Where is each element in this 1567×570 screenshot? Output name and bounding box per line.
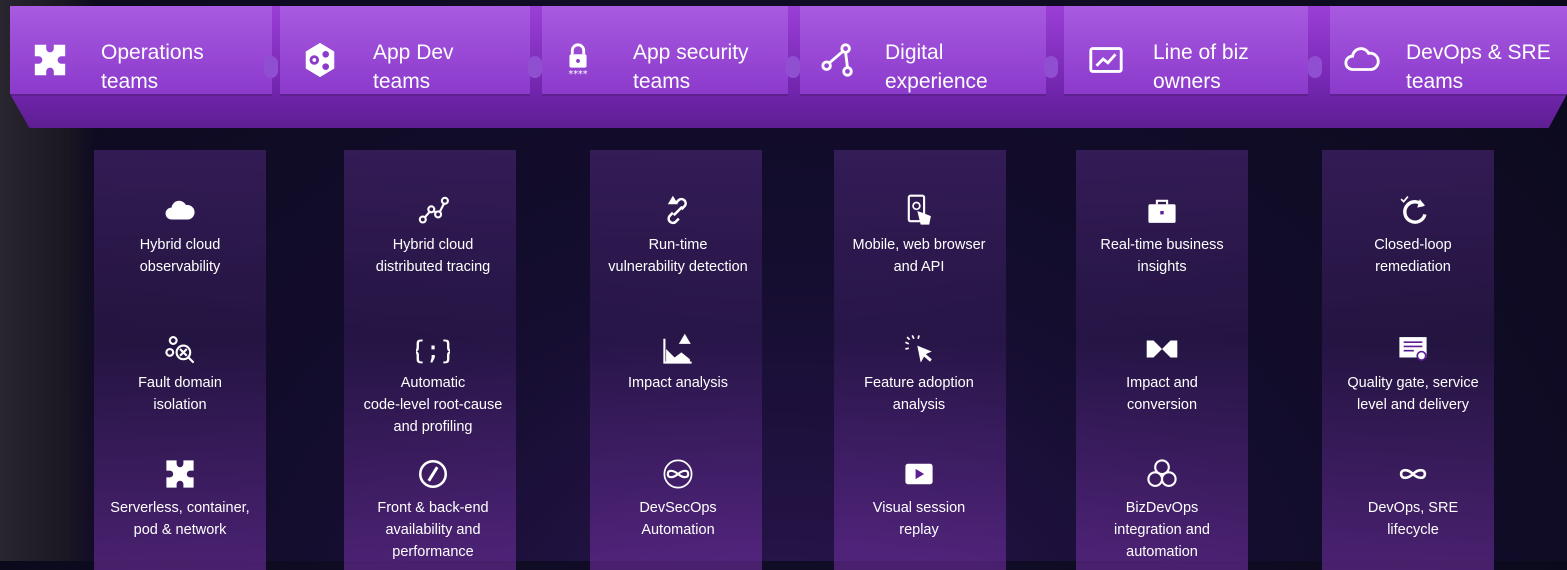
devsecops-loop-icon	[578, 455, 778, 493]
header-connector	[264, 56, 278, 78]
header-connector	[1044, 56, 1058, 78]
feature-item: {;} Automatic code-level root-cause and …	[333, 330, 533, 438]
journey-icon	[818, 40, 858, 80]
column-title-operations: Operations teams	[101, 41, 204, 93]
column-title-devops: DevOps & SRE teams	[1406, 41, 1551, 93]
feature-label: Closed-loop remediation	[1374, 237, 1452, 275]
feature-label: DevOps, SRE lifecycle	[1367, 500, 1459, 538]
feature-label: Automatic code-level root-cause and prof…	[363, 375, 503, 435]
feature-item: DevSecOps Automation	[578, 455, 778, 541]
feature-label: Serverless, container, pod & network	[110, 500, 250, 538]
feature-label: Feature adoption analysis	[864, 375, 974, 413]
feature-item: Feature adoption analysis	[819, 330, 1019, 416]
feature-label: Hybrid cloud observability	[139, 237, 221, 275]
gears-icon	[300, 40, 340, 80]
puzzle-icon	[30, 40, 70, 80]
header-connector	[786, 56, 800, 78]
feature-label: Visual session replay	[872, 500, 966, 538]
click-cursor-icon	[819, 330, 1019, 368]
feature-item: DevOps, SRE lifecycle	[1313, 455, 1513, 541]
feature-item: Serverless, container, pod & network	[80, 455, 280, 541]
closed-loop-icon	[1313, 192, 1513, 230]
feature-item: Impact analysis	[578, 330, 778, 394]
cloud-icon	[80, 192, 280, 230]
column-title-appdev: App Dev teams	[373, 41, 454, 93]
lock-icon: ****	[558, 40, 598, 80]
feature-item: Mobile, web browser and API	[819, 192, 1019, 278]
feature-label: Run-time vulnerability detection	[608, 237, 748, 275]
tracing-icon	[333, 192, 533, 230]
feature-label: Real-time business insights	[1100, 237, 1224, 275]
feature-item: Real-time business insights	[1062, 192, 1262, 278]
feature-label: Impact and conversion	[1126, 375, 1198, 413]
column-title-biz: Line of biz owners	[1153, 41, 1249, 93]
infinity-icon	[1313, 455, 1513, 493]
feature-item: Hybrid cloud distributed tracing	[333, 192, 533, 278]
feature-label: Front & back-end availability and perfor…	[377, 500, 489, 560]
feature-label: BizDevOps integration and automation	[1114, 500, 1210, 560]
play-icon	[819, 455, 1019, 493]
svg-text:{;}: {;}	[416, 336, 450, 366]
mobile-touch-icon	[819, 192, 1019, 230]
feature-label: Hybrid cloud distributed tracing	[375, 237, 491, 275]
fault-isolation-icon	[80, 330, 280, 368]
gauge-icon	[333, 455, 533, 493]
feature-item: Impact and conversion	[1062, 330, 1262, 416]
feature-item: BizDevOps integration and automation	[1062, 455, 1262, 563]
cloud-outline-icon	[1342, 40, 1382, 80]
briefcase-icon	[1062, 192, 1262, 230]
code-braces-icon: {;}	[333, 330, 533, 368]
feature-item: Closed-loop remediation	[1313, 192, 1513, 278]
dashboard-icon	[1086, 40, 1126, 80]
funnel-icon	[1062, 330, 1262, 368]
feature-item: Visual session replay	[819, 455, 1019, 541]
feature-item: Quality gate, service level and delivery	[1313, 330, 1513, 416]
personas-diagram: **** Operations teams App Dev teams App …	[0, 0, 1567, 570]
feature-label: Quality gate, service level and delivery	[1347, 375, 1479, 413]
impact-chart-warning-icon	[578, 330, 778, 368]
feature-item: Run-time vulnerability detection	[578, 192, 778, 278]
bizdevops-icon	[1062, 455, 1262, 493]
feature-label: DevSecOps Automation	[639, 500, 717, 538]
header-connector	[1308, 56, 1322, 78]
svg-text:****: ****	[569, 69, 588, 79]
feature-item: Fault domain isolation	[80, 330, 280, 416]
feature-label: Impact analysis	[628, 375, 728, 391]
feature-label: Fault domain isolation	[138, 375, 222, 413]
certificate-icon	[1313, 330, 1513, 368]
puzzle-icon	[80, 455, 280, 493]
column-title-digital: Digital experience	[885, 41, 988, 93]
feature-label: Mobile, web browser and API	[852, 237, 986, 275]
column-title-security: App security teams	[633, 41, 749, 93]
broken-link-warning-icon	[578, 192, 778, 230]
feature-item: Hybrid cloud observability	[80, 192, 280, 278]
header-connector	[528, 56, 542, 78]
feature-item: Front & back-end availability and perfor…	[333, 455, 533, 563]
